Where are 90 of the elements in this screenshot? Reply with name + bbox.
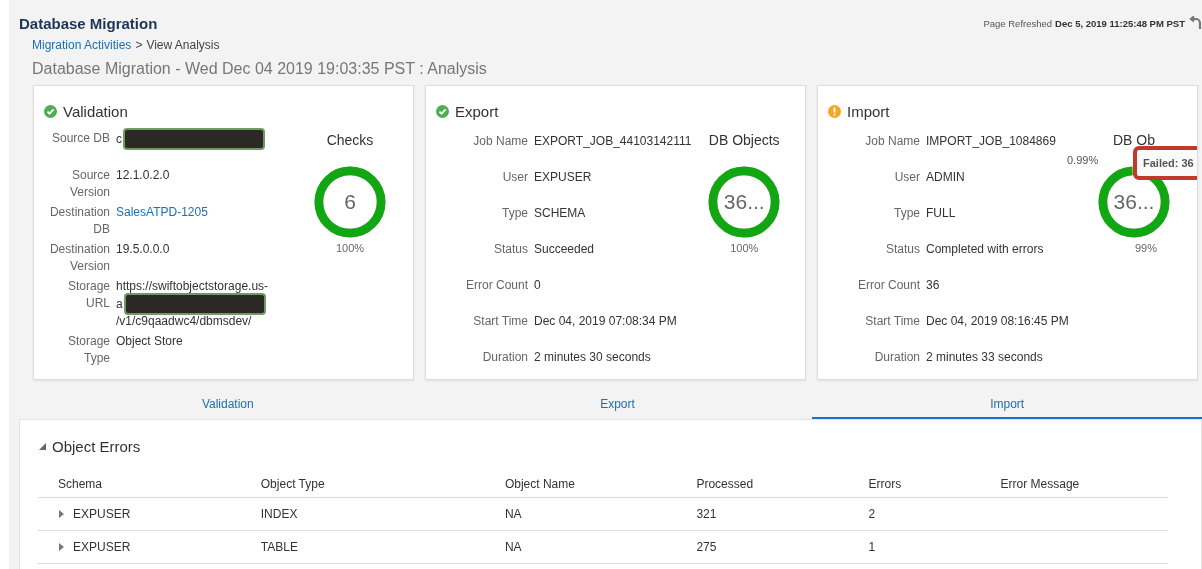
breadcrumb-current: View Analysis — [146, 38, 220, 52]
collapse-icon[interactable] — [38, 442, 47, 451]
percent-label: 100% — [334, 242, 366, 254]
field-label: Type — [501, 205, 528, 222]
field-value: 19.5.0.0.0 — [116, 241, 170, 258]
column-header: Error Message — [980, 471, 1168, 498]
field-label: Duration — [873, 349, 920, 366]
check-circle-icon — [436, 105, 449, 118]
tab[interactable]: Export — [422, 391, 813, 419]
field-label: Storage URL — [66, 278, 110, 312]
database-link[interactable]: SalesATPD-1205 — [116, 204, 208, 221]
card-title: Validation — [63, 103, 128, 120]
field-value: FULL — [926, 205, 956, 222]
field-value: Dec 04, 2019 07:08:34 PM — [534, 313, 677, 330]
expand-icon[interactable] — [58, 543, 65, 551]
tooltip: Failed: 36 — [1133, 146, 1197, 180]
field-label: Error Count — [856, 277, 920, 294]
card-title: Export — [455, 103, 499, 120]
field-value: 36 — [926, 277, 940, 294]
field-label: Start Time — [472, 313, 528, 330]
check-circle-icon — [44, 105, 57, 118]
table-cell: INDEX — [260, 507, 298, 521]
gauge-value: 6 — [343, 190, 357, 214]
tab[interactable]: Validation — [33, 391, 423, 419]
field-value: EXPORT_JOB_44103142111 — [534, 133, 692, 150]
field-value: 12.1.0.2.0 — [116, 167, 170, 184]
column-header: Object Name — [484, 471, 677, 498]
field-value: EXPUSER — [534, 169, 592, 186]
column-header: Errors — [848, 471, 981, 498]
field-value: Dec 04, 2019 08:16:45 PM — [926, 313, 1069, 330]
expand-icon[interactable] — [58, 510, 65, 518]
field-label: Start Time — [864, 313, 920, 330]
breadcrumb-link[interactable]: Migration Activities — [32, 38, 132, 52]
section-title: Object Errors — [52, 438, 141, 455]
field-value: SCHEMA — [534, 205, 586, 222]
gauge-value: 36... — [722, 190, 766, 214]
field-label: Source DB — [50, 130, 110, 147]
field-value: Succeeded — [534, 241, 595, 258]
table-cell: 1 — [868, 540, 876, 554]
page-title: Database Migration — [19, 14, 158, 32]
field-label: Job Name — [864, 133, 920, 150]
field-label: Status — [492, 241, 528, 258]
field-value: 0 — [534, 277, 541, 294]
column-header: Processed — [676, 471, 849, 498]
percent-label: 100% — [729, 242, 760, 254]
percent-label: 99% — [1134, 242, 1158, 254]
field-value: 2 minutes 30 seconds — [534, 349, 651, 366]
field-label: Type — [893, 205, 920, 222]
table-cell: NA — [504, 507, 522, 521]
column-header: Object Type — [240, 471, 485, 498]
field-value: https://swiftobjectstorage.us- — [116, 278, 269, 295]
field-label: User — [893, 169, 920, 186]
table-cell: EXPUSER — [73, 507, 131, 521]
breadcrumb-separator: > — [135, 38, 143, 52]
field-label: User — [501, 169, 528, 186]
table-cell: NA — [504, 540, 522, 554]
field-label: Source Version — [68, 167, 110, 201]
table-cell: TABLE — [260, 540, 298, 554]
field-value: c — [116, 130, 122, 148]
field-label: Error Count — [464, 277, 528, 294]
slice-label: 0.99% — [1067, 154, 1099, 166]
warning-icon — [828, 105, 841, 118]
field-label: Duration — [481, 349, 528, 366]
field-label: Destination DB — [48, 204, 110, 238]
table-cell: 2 — [868, 507, 876, 521]
field-value: 2 minutes 33 seconds — [926, 349, 1043, 366]
field-label: Destination Version — [48, 241, 110, 275]
gauge-value: 36... — [1112, 190, 1156, 214]
refresh-icon[interactable] — [1188, 16, 1202, 30]
gauge-title: Checks — [325, 132, 375, 148]
field-value: ADMIN — [926, 169, 965, 186]
gauge-title: DB Ob — [1112, 132, 1156, 148]
refresh-label: Page Refreshed — [983, 17, 1053, 29]
card-title: Import — [847, 103, 890, 120]
field-label: Status — [884, 241, 920, 258]
field-value: /v1/c9qaadwc4/dbmsdev/ — [116, 313, 252, 330]
table-cell: 275 — [696, 540, 717, 554]
field-value: Completed with errors — [926, 241, 1044, 258]
field-value: a — [116, 295, 123, 313]
refresh-time: Dec 5, 2019 11:25:48 PM PST — [1055, 17, 1185, 29]
donut-chart — [314, 166, 386, 238]
field-value: Object Store — [116, 333, 183, 350]
column-header: Schema — [38, 471, 241, 498]
gauge-title: DB Objects — [707, 132, 781, 148]
table-cell: EXPUSER — [73, 540, 131, 554]
table-cell: 321 — [696, 507, 717, 521]
field-value: IMPORT_JOB_1084869 — [926, 133, 1056, 150]
field-label: Storage Type — [66, 333, 110, 367]
page-subtitle: Database Migration - Wed Dec 04 2019 19:03:35 PST : Analysis — [32, 60, 488, 78]
field-label: Job Name — [472, 133, 528, 150]
